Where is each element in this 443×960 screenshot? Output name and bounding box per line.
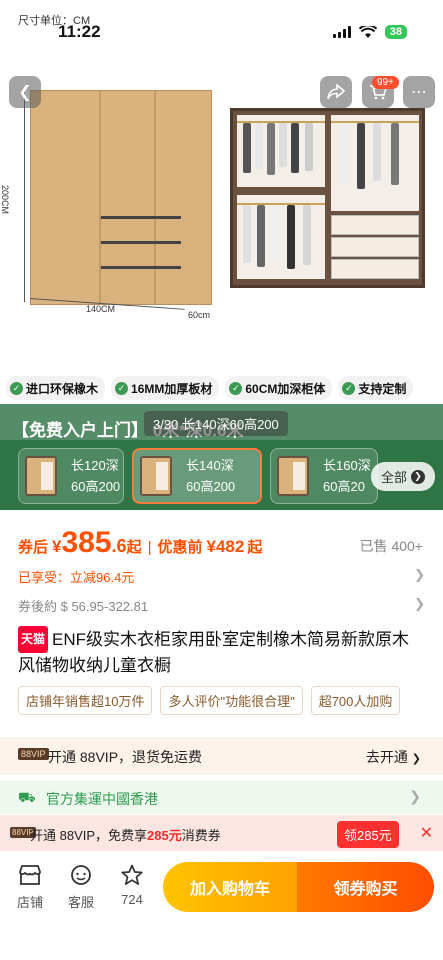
wifi-icon xyxy=(358,25,377,38)
selling-tags: 店铺年销售超10万件 多人评价"功能很合理" 超700人加购 xyxy=(18,686,425,715)
coupon-bar: 88VIP 开通 88VIP，免费享285元消费券 领285元 ✕ xyxy=(0,815,443,851)
variant-thumbnail xyxy=(25,456,57,496)
more-icon: ⋯ xyxy=(411,84,427,101)
battery-icon: 38 xyxy=(384,25,407,39)
chat-icon xyxy=(61,864,101,890)
variant-selector: 长120深 60高200 长140深 60高200 长160深 60高20 全部… xyxy=(0,448,443,504)
more-button[interactable]: ⋯ xyxy=(403,76,435,108)
favorite-button[interactable]: 724 xyxy=(112,864,152,907)
vip-open-link[interactable]: 去开通 ❯ xyxy=(366,747,421,767)
shipping-row[interactable]: ⛟ 官方集運中國香港 ❯ xyxy=(0,780,443,814)
chevron-right-icon: ❯ xyxy=(414,567,425,582)
back-button[interactable]: ❮ xyxy=(9,76,41,108)
vip-row[interactable]: 88VIP 开通 88VIP，退货免运费 去开通 ❯ xyxy=(0,737,443,775)
selling-tag[interactable]: 多人评价"功能很合理" xyxy=(160,686,303,715)
chevron-right-icon: ❯ xyxy=(414,596,425,611)
store-icon xyxy=(10,864,50,890)
feature-tag: ✓ 进口环保橡木 xyxy=(6,376,106,400)
height-dimension-label: 200CM xyxy=(0,185,10,215)
variant-thumbnail xyxy=(140,456,172,496)
close-icon[interactable]: ✕ xyxy=(420,823,433,843)
price-section: 券后 ¥ 385 .6 起 | 优惠前 ¥ 482 起 已售 400+ 已享受：… xyxy=(0,516,443,726)
bottom-action-bar: 店铺 客服 724 加入购物车 领券购买 xyxy=(0,856,443,960)
price-range-row[interactable]: 券後約 $ 56.95-322.81 ❯ xyxy=(18,596,425,615)
claim-coupon-button[interactable]: 领285元 xyxy=(337,821,399,848)
check-icon: ✓ xyxy=(10,381,23,395)
variant-option[interactable]: 长120深 60高200 xyxy=(18,448,124,504)
star-icon xyxy=(112,864,152,890)
status-time: 11:22 xyxy=(58,22,101,41)
feature-tags: ✓ 进口环保橡木 ✓ 16MM加厚板材 ✓ 60CM加深柜体 ✓ 支持定制 xyxy=(0,376,443,400)
chevron-right-icon: ❯ xyxy=(411,469,425,484)
buy-now-button[interactable]: 领券购买 xyxy=(297,862,434,912)
variant-option[interactable]: 长160深 60高20 xyxy=(270,448,378,504)
signal-icon xyxy=(332,26,351,38)
depth-dimension-label: 60cm xyxy=(188,310,211,320)
feature-tag: ✓ 60CM加深柜体 xyxy=(225,376,333,400)
all-variants-button[interactable]: 全部 ❯ xyxy=(370,462,435,491)
discount-row[interactable]: 已享受：立减96.4元 ❯ xyxy=(18,567,425,586)
feature-tag: ✓ 支持定制 xyxy=(338,376,414,400)
vip-badge: 88VIP xyxy=(18,748,49,760)
cart-count-badge: 99+ xyxy=(372,76,399,89)
share-button[interactable] xyxy=(320,76,352,108)
check-icon: ✓ xyxy=(342,381,356,395)
price-value: 385 xyxy=(61,526,112,559)
wardrobe-open-image xyxy=(230,108,425,288)
image-counter: 3/30 长140深60高200 xyxy=(144,411,288,436)
feature-tag: ✓ 16MM加厚板材 xyxy=(111,376,220,400)
tmall-badge: 天猫 xyxy=(18,626,49,653)
status-icons: 38 xyxy=(332,25,407,39)
original-price: 482 xyxy=(215,537,245,556)
add-to-cart-button[interactable]: 加入购物车 xyxy=(163,862,297,912)
chevron-left-icon: ❮ xyxy=(18,84,32,101)
check-icon: ✓ xyxy=(115,381,129,395)
variant-option-selected[interactable]: 长140深 60高200 xyxy=(132,448,262,504)
product-title: 天猫 ENF级实木衣柜家用卧室定制橡木简易新款原木风储物收纳儿童衣橱 xyxy=(18,626,425,678)
product-image-area[interactable]: 200CM 140CM 60cm xyxy=(0,0,443,370)
selling-tag[interactable]: 超700人加购 xyxy=(310,686,401,715)
variant-thumbnail xyxy=(277,456,309,496)
price-row: 券后 ¥ 385 .6 起 | 优惠前 ¥ 482 起 xyxy=(18,526,263,559)
width-dimension-label: 140CM xyxy=(86,304,116,314)
check-icon: ✓ xyxy=(229,381,243,395)
height-dimension-line xyxy=(24,90,25,302)
sold-count: 已售 400+ xyxy=(359,538,423,554)
store-button[interactable]: 店铺 xyxy=(10,864,50,911)
wardrobe-closed-image xyxy=(30,90,212,305)
chevron-right-icon: ❯ xyxy=(409,788,421,804)
share-icon xyxy=(327,84,345,100)
status-bar: 尺寸单位：CM 11:22 38 xyxy=(0,0,443,46)
chevron-right-icon: ❯ xyxy=(411,753,421,765)
truck-icon: ⛟ xyxy=(18,789,36,805)
selling-tag[interactable]: 店铺年销售超10万件 xyxy=(18,686,153,715)
customer-service-button[interactable]: 客服 xyxy=(61,864,101,911)
